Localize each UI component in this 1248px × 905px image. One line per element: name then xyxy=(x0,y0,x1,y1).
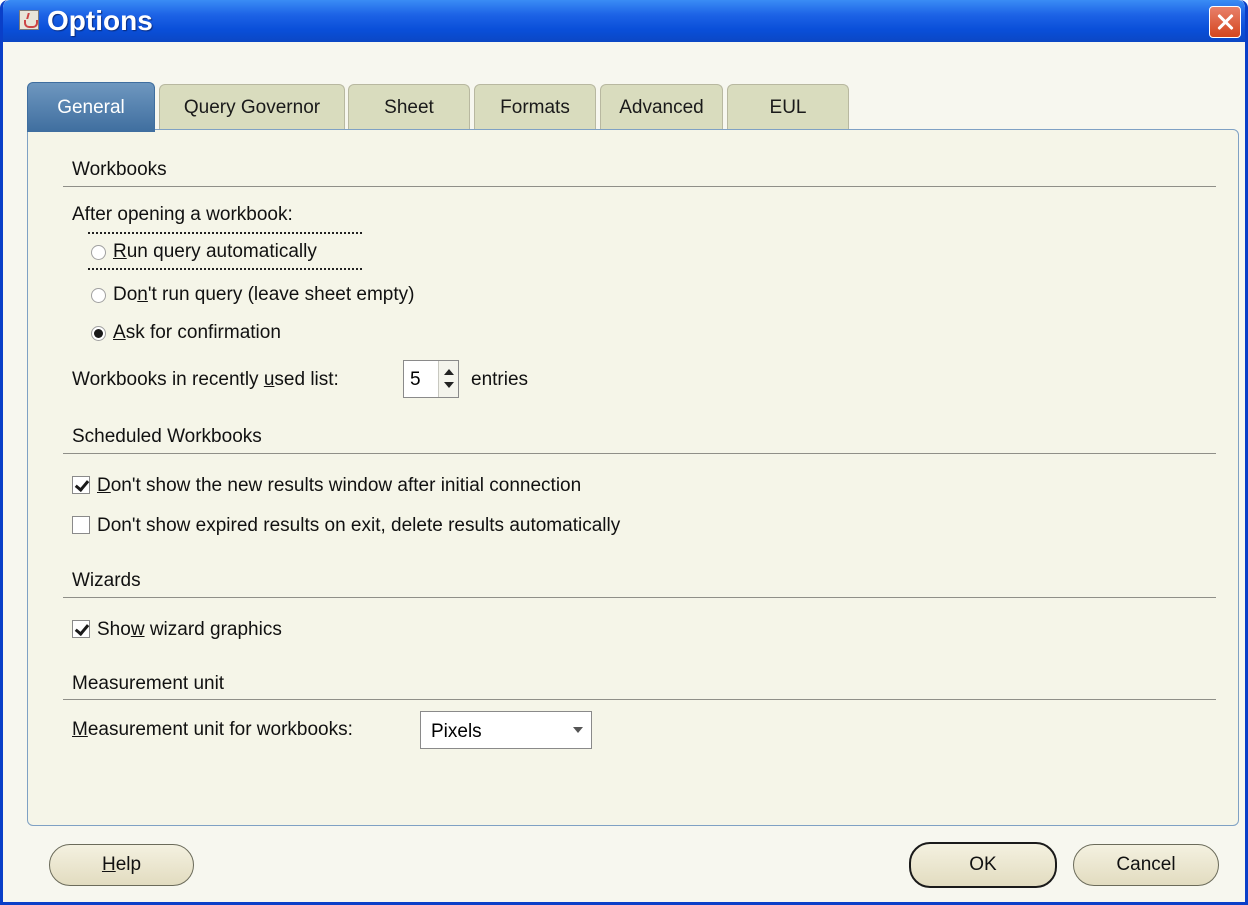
dont-run-query-label[interactable]: Don't run query (leave sheet empty) xyxy=(113,284,414,306)
workbooks-divider xyxy=(63,186,1216,187)
close-button[interactable] xyxy=(1209,6,1241,38)
measurement-unit-value[interactable]: Pixels xyxy=(431,721,482,743)
measurement-section-title: Measurement unit xyxy=(72,673,225,694)
wizards-section-title: Wizards xyxy=(72,570,141,591)
dont-show-new-results-label[interactable]: Don't show the new results window after … xyxy=(97,475,581,497)
run-query-automatically-radio[interactable] xyxy=(91,245,106,260)
show-wizard-graphics-label[interactable]: Show wizard graphics xyxy=(97,619,282,641)
scheduled-section-title: Scheduled Workbooks xyxy=(72,426,262,447)
ask-for-confirmation-label[interactable]: Ask for confirmation xyxy=(113,322,281,344)
tab-advanced[interactable]: Advanced xyxy=(600,84,723,130)
dont-show-new-results-checkbox[interactable] xyxy=(72,476,90,494)
wizards-divider xyxy=(63,597,1216,598)
tab-sheet[interactable]: Sheet xyxy=(348,84,470,130)
title-bar[interactable]: Options xyxy=(3,0,1245,42)
options-dialog: Options General Query Governor Sheet For… xyxy=(0,0,1248,905)
dont-run-query-radio[interactable] xyxy=(91,288,106,303)
help-button[interactable]: Help xyxy=(49,844,194,886)
recent-list-value[interactable]: 5 xyxy=(410,369,421,391)
recent-list-label: Workbooks in recently used list: xyxy=(72,369,339,390)
tab-general[interactable]: General xyxy=(27,82,155,132)
run-query-automatically-label[interactable]: Run query automatically xyxy=(113,241,317,263)
focus-outline-top xyxy=(88,232,362,234)
spinner-down-icon[interactable] xyxy=(444,382,454,388)
window-title: Options xyxy=(47,5,153,36)
scheduled-divider xyxy=(63,453,1216,454)
dont-show-expired-results-checkbox[interactable] xyxy=(72,516,90,534)
java-cup-icon xyxy=(19,10,39,30)
show-wizard-graphics-checkbox[interactable] xyxy=(72,620,90,638)
dropdown-arrow-icon[interactable] xyxy=(573,727,583,733)
tab-eul[interactable]: EUL xyxy=(727,84,849,130)
entries-label: entries xyxy=(471,369,529,390)
after-opening-label: After opening a workbook: xyxy=(72,204,293,225)
ask-for-confirmation-radio[interactable] xyxy=(91,326,106,341)
measurement-unit-label: Measurement unit for workbooks: xyxy=(72,719,353,740)
tab-formats[interactable]: Formats xyxy=(474,84,596,130)
ok-button[interactable]: OK xyxy=(909,842,1057,888)
recent-list-spinner[interactable]: 5 xyxy=(403,360,459,398)
spinner-up-icon[interactable] xyxy=(444,369,454,375)
measurement-divider xyxy=(63,699,1216,700)
dont-show-expired-results-label[interactable]: Don't show expired results on exit, dele… xyxy=(97,515,620,537)
measurement-unit-select[interactable]: Pixels xyxy=(420,711,592,749)
cancel-button[interactable]: Cancel xyxy=(1073,844,1219,886)
workbooks-section-title: Workbooks xyxy=(72,159,167,180)
tab-query-governor[interactable]: Query Governor xyxy=(159,84,345,130)
focus-outline-bottom xyxy=(88,268,362,270)
spinner-arrows[interactable] xyxy=(438,361,458,397)
